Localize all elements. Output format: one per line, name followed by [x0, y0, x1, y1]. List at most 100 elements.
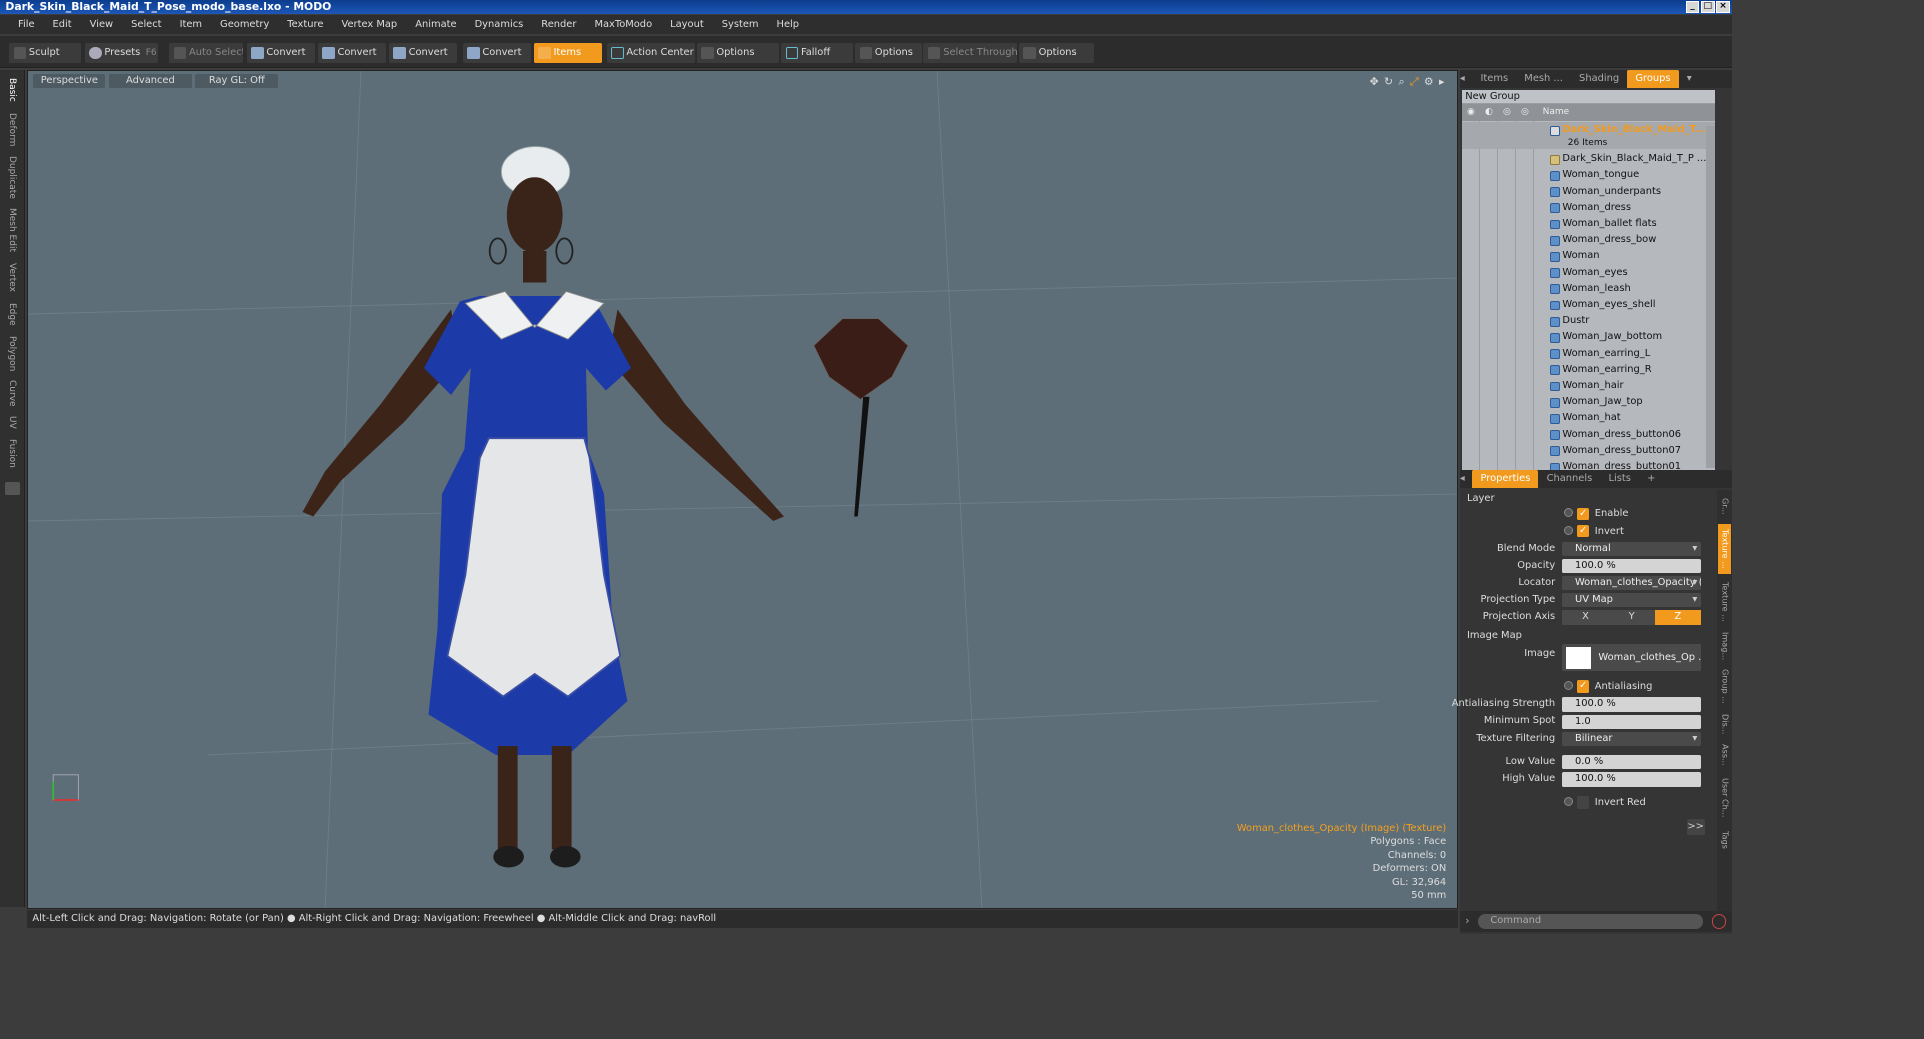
side-tab-assembly[interactable]: Ass... — [1718, 742, 1731, 769]
close-button[interactable]: × — [1716, 0, 1730, 13]
menu-texture[interactable]: Texture — [278, 19, 332, 30]
invert-checkbox[interactable]: ✓ — [1576, 524, 1590, 538]
tab-edge[interactable]: Edge — [4, 299, 20, 330]
group-item-row[interactable]: Woman_dress — [1462, 200, 1716, 216]
fit-icon[interactable]: ⤢ — [1410, 75, 1419, 89]
zoom-icon[interactable]: ⌕ — [1398, 75, 1404, 89]
rotate-icon[interactable]: ↻ — [1384, 75, 1393, 89]
tab-lists[interactable]: Lists — [1600, 470, 1639, 488]
menu-animate[interactable]: Animate — [406, 19, 465, 30]
side-tab-user-channels[interactable]: User Ch... — [1718, 772, 1731, 822]
high-value-field[interactable]: 100.0 % — [1562, 772, 1701, 787]
antialiasing-dot[interactable] — [1564, 681, 1574, 691]
minimize-button[interactable]: _ — [1685, 0, 1700, 13]
tab-properties[interactable]: Properties — [1472, 469, 1539, 488]
section-layer[interactable]: Layer — [1467, 493, 1495, 504]
tab-shading[interactable]: Shading — [1571, 70, 1627, 88]
tab-polygon[interactable]: Polygon — [4, 333, 20, 374]
group-item-row[interactable]: Woman_dress_button01 — [1462, 459, 1716, 470]
antialiasing-checkbox[interactable]: ✓ — [1576, 680, 1590, 693]
group-item-row[interactable]: Woman_dress_bow — [1462, 232, 1716, 248]
group-item-row[interactable]: Woman_underpants — [1462, 184, 1716, 200]
menu-render[interactable]: Render — [532, 19, 585, 30]
section-image-map[interactable]: Image Map — [1467, 630, 1522, 641]
tab-basic[interactable]: Basic — [4, 74, 20, 106]
tab-channels[interactable]: Channels — [1538, 470, 1600, 488]
blend-mode-select[interactable]: Normal ▾ — [1562, 541, 1701, 557]
invert-red-dot[interactable] — [1564, 797, 1574, 807]
menu-view[interactable]: View — [81, 19, 122, 30]
group-item-row[interactable]: Woman_Jaw_top — [1462, 394, 1716, 410]
group-item-row[interactable]: Woman_hair — [1462, 378, 1716, 394]
add-tab-button[interactable]: + — [1639, 470, 1663, 488]
group-item-row[interactable]: Woman_eyes_shell — [1462, 297, 1716, 313]
settings-gear-icon[interactable]: ⚙ — [1424, 75, 1434, 89]
convert-polygons-button[interactable]: Convert — [388, 43, 458, 63]
record-icon[interactable] — [1711, 914, 1727, 929]
group-item-row[interactable]: Dustr — [1462, 313, 1716, 329]
panel-menu-icon[interactable]: ◂ — [1460, 470, 1473, 488]
convert-materials-button[interactable]: Convert — [462, 43, 531, 63]
visibility-eye-icon[interactable]: ◉ — [1467, 104, 1475, 120]
enable-dot[interactable] — [1564, 508, 1574, 518]
group-item-row[interactable]: Woman_dress_button06 — [1462, 427, 1716, 443]
side-tab-group[interactable]: Group ... — [1718, 666, 1731, 707]
side-tab-image[interactable]: Imag... — [1718, 630, 1731, 662]
expand-tabs-button[interactable] — [5, 482, 20, 495]
tab-items[interactable]: Items — [1472, 70, 1516, 88]
texture-filtering-select[interactable]: Bilinear ▾ — [1562, 731, 1701, 747]
group-item-row[interactable]: Woman_leash — [1462, 281, 1716, 297]
menu-select[interactable]: Select — [122, 19, 170, 30]
tab-curve[interactable]: Curve — [4, 378, 20, 409]
locator-select[interactable]: Woman_clothes_Opacity (Im...▾ — [1562, 575, 1701, 591]
new-group-button[interactable]: New Group — [1461, 89, 1716, 105]
convert-edges-button[interactable]: Convert — [317, 43, 387, 63]
render-icon[interactable]: ◎ — [1503, 104, 1511, 120]
tab-vertex[interactable]: Vertex — [4, 259, 20, 295]
invert-red-checkbox[interactable] — [1576, 796, 1590, 810]
group-item-row[interactable]: Woman_hat — [1462, 410, 1716, 426]
side-tab-texture-active[interactable]: Texture ... — [1718, 523, 1731, 575]
tab-deform[interactable]: Deform — [4, 110, 20, 150]
low-value-field[interactable]: 0.0 % — [1562, 755, 1701, 770]
tab-mesh[interactable]: Mesh ... — [1516, 70, 1571, 88]
advanced-shading-dropdown[interactable]: Advanced — [109, 73, 192, 89]
pan-icon[interactable]: ✥ — [1370, 75, 1379, 89]
group-item-row[interactable]: Woman_ballet flats — [1462, 216, 1716, 232]
aa-strength-field[interactable]: 100.0 % — [1562, 697, 1701, 712]
presets-button[interactable]: Presets F6 — [84, 43, 159, 63]
menu-item[interactable]: Item — [171, 19, 211, 30]
tab-duplicate[interactable]: Duplicate — [4, 153, 20, 202]
viewport-menu-icon[interactable]: ▸ — [1439, 75, 1444, 89]
tab-groups[interactable]: Groups — [1627, 70, 1679, 89]
menu-file[interactable]: File — [9, 19, 44, 30]
axis-z-button[interactable]: Z — [1654, 610, 1701, 625]
group-item-row[interactable]: Woman_earring_R — [1462, 362, 1716, 378]
tab-mesh-edit[interactable]: Mesh Edit — [4, 205, 20, 255]
action-center-button[interactable]: Action Center — [606, 43, 695, 63]
3d-viewport[interactable]: Perspective Advanced Ray GL: Off ✥ ↻ ⌕ ⤢… — [27, 70, 1458, 909]
maximize-button[interactable]: □ — [1701, 0, 1715, 13]
opacity-field[interactable]: 100.0 % — [1562, 558, 1701, 574]
command-history-icon[interactable]: › — [1465, 914, 1469, 927]
side-tab-display[interactable]: Dis... — [1718, 711, 1731, 738]
select-icon[interactable]: ◎ — [1521, 104, 1529, 120]
items-mode-button[interactable]: Items — [533, 43, 603, 63]
menu-layout[interactable]: Layout — [661, 19, 713, 30]
axis-x-button[interactable]: X — [1562, 610, 1609, 625]
sculpt-button[interactable]: Sculpt — [9, 43, 81, 63]
groups-scrollbar[interactable] — [1706, 125, 1716, 468]
group-item-row[interactable]: Woman_Jaw_bottom — [1462, 329, 1716, 345]
menu-geometry[interactable]: Geometry — [211, 19, 278, 30]
view-mode-dropdown[interactable]: Perspective — [33, 73, 106, 89]
select-options-button[interactable]: Options — [1018, 43, 1095, 63]
group-item-row[interactable]: Dark_Skin_Black_Maid_T_P ... — [1462, 151, 1716, 167]
menu-system[interactable]: System — [713, 19, 768, 30]
command-input[interactable]: Command — [1477, 914, 1703, 929]
tabs-dropdown-icon[interactable]: ▾ — [1679, 70, 1700, 88]
group-item-row[interactable]: Woman — [1462, 248, 1716, 264]
lock-icon[interactable]: ◐ — [1485, 104, 1493, 120]
group-item-row[interactable]: Woman_dress_button07 — [1462, 443, 1716, 459]
enable-checkbox[interactable]: ✓ — [1576, 507, 1590, 521]
axis-y-button[interactable]: Y — [1608, 610, 1655, 625]
